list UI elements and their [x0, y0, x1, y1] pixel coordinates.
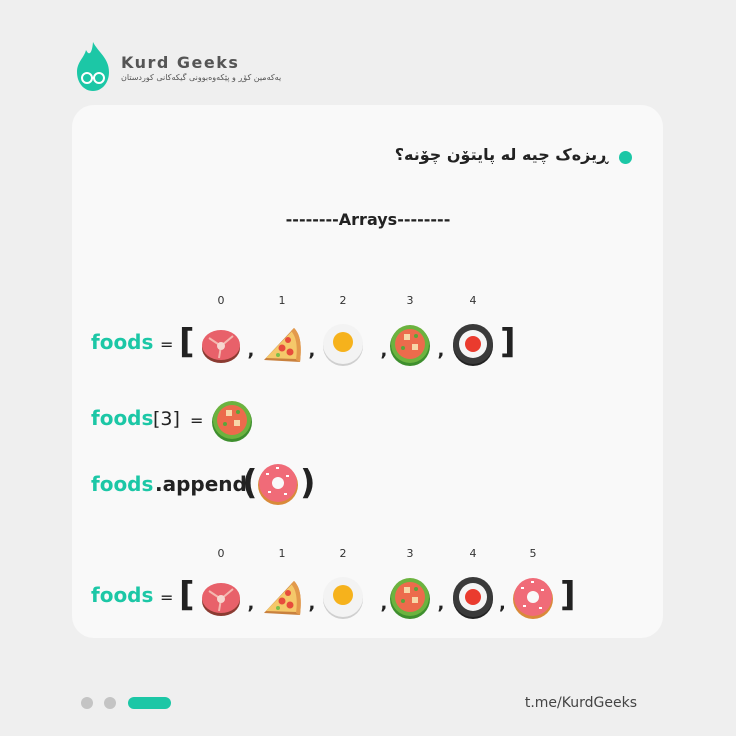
sushi-icon: [453, 324, 493, 366]
variable-name: foods: [91, 330, 154, 354]
comma: ,: [499, 593, 506, 614]
index-label: 0: [217, 294, 225, 307]
kurd-geeks-logo-icon: [77, 42, 109, 91]
index-label: 1: [278, 294, 286, 307]
index-label: 3: [406, 547, 414, 560]
salad-bowl-icon: [390, 578, 430, 619]
comma: ,: [308, 593, 316, 614]
donut-icon: [258, 464, 298, 505]
equals-sign: =: [190, 411, 204, 430]
steak-icon: [202, 330, 240, 363]
footer-link[interactable]: t.me/KurdGeeks: [525, 695, 637, 711]
index-label: 2: [339, 547, 347, 560]
comma: ,: [308, 340, 316, 361]
donut-icon: [513, 578, 553, 619]
comma: ,: [437, 593, 445, 614]
method-name: .append: [155, 472, 247, 496]
equals-sign: =: [160, 335, 174, 354]
comma: ,: [437, 340, 445, 361]
salad-bowl-icon: [212, 401, 252, 442]
variable-name: foods: [91, 583, 154, 607]
page-dot[interactable]: [81, 697, 93, 709]
bullet-icon: [619, 151, 632, 164]
open-bracket: [: [179, 322, 195, 362]
content-card: [72, 105, 663, 638]
comma: ,: [247, 340, 255, 361]
equals-sign: =: [160, 588, 174, 607]
egg-icon: [323, 577, 363, 619]
index-label: 5: [529, 547, 537, 560]
salad-bowl-icon: [390, 325, 430, 366]
close-bracket: ]: [560, 575, 576, 615]
index-label: 4: [469, 294, 477, 307]
index-label: 4: [469, 547, 477, 560]
card-title: ڕیزەک چیە لە پایتۆن چۆنە؟: [394, 145, 608, 164]
brand-name: Kurd Geeks: [121, 53, 240, 72]
egg-icon: [323, 324, 363, 366]
comma: ,: [380, 593, 388, 614]
index-label: 3: [406, 294, 414, 307]
comma: ,: [380, 340, 388, 361]
index-label: 1: [278, 547, 286, 560]
index-label: 0: [217, 547, 225, 560]
comma: ,: [247, 593, 255, 614]
close-paren: ): [300, 463, 316, 503]
brand-tagline: یەکەمین کۆڕ و پێکەوەبوونی گیکەکانی کوردس…: [121, 73, 282, 82]
pizza-icon: [264, 581, 301, 615]
close-bracket: ]: [500, 322, 516, 362]
pizza-icon: [264, 328, 301, 362]
page-dot-active[interactable]: [128, 697, 171, 709]
page-dot[interactable]: [104, 697, 116, 709]
section-heading: --------Arrays--------: [285, 210, 451, 229]
variable-name: foods: [91, 472, 154, 496]
steak-icon: [202, 583, 240, 616]
index-expression: [3]: [153, 408, 180, 430]
open-bracket: [: [179, 575, 195, 615]
index-label: 2: [339, 294, 347, 307]
variable-name: foods: [91, 406, 154, 430]
sushi-icon: [453, 577, 493, 619]
